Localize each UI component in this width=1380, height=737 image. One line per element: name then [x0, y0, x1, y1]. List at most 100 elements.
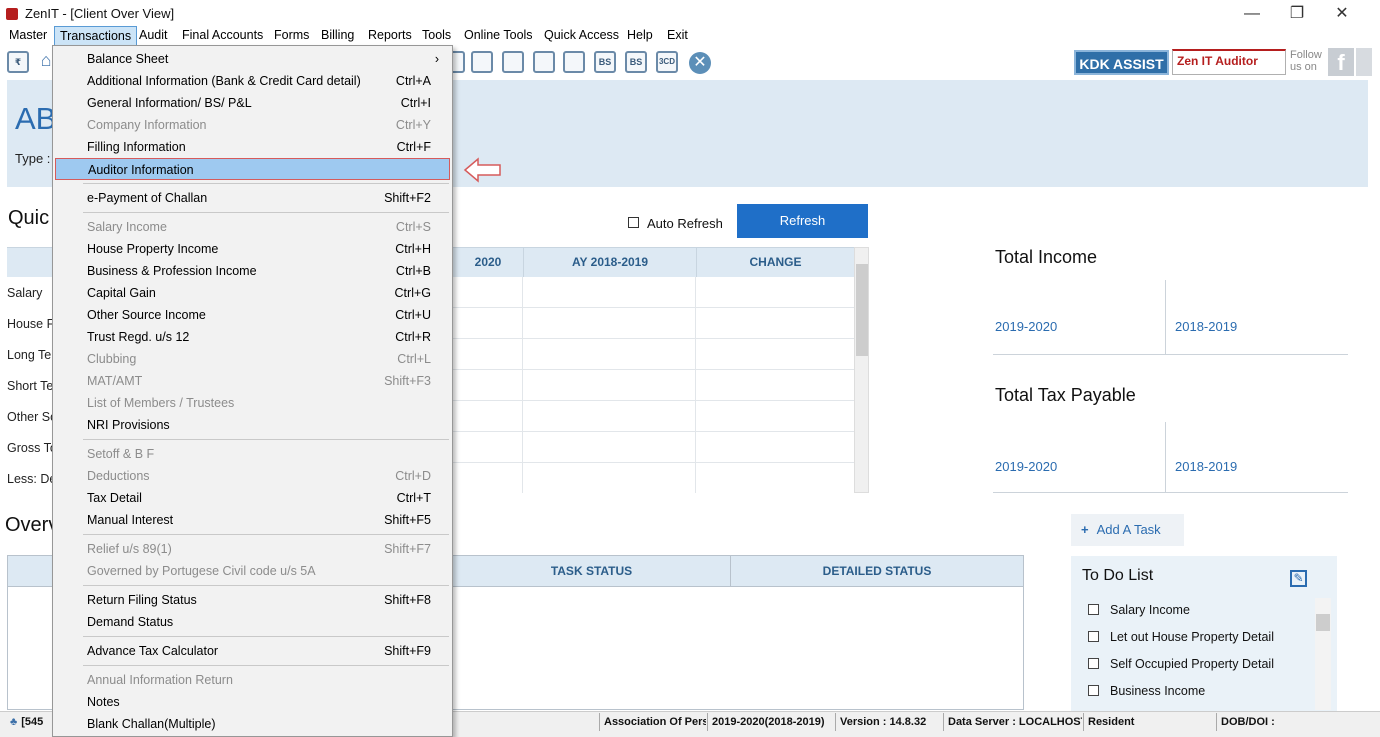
- menu-item-label: House Property Income: [87, 242, 219, 256]
- menu-item-filling-information[interactable]: Filling Information Ctrl+F: [54, 136, 451, 158]
- 3cd-icon[interactable]: 3CD: [656, 51, 678, 73]
- bs-sch-icon[interactable]: BS: [625, 51, 647, 73]
- menu-item-governed-by-portugese-civil-code-u-s-5a[interactable]: Governed by Portugese Civil code u/s 5A: [54, 560, 451, 582]
- menu-item-label: NRI Provisions: [87, 418, 170, 432]
- todo-scroll-thumb[interactable]: [1316, 614, 1330, 631]
- menu-item-advance-tax-calculator[interactable]: Advance Tax Calculator Shift+F9: [54, 640, 451, 662]
- grid-scroll-thumb[interactable]: [856, 264, 868, 356]
- menu-item-label: Auditor Information: [88, 163, 194, 177]
- menu-item-capital-gain[interactable]: Capital Gain Ctrl+G: [54, 282, 451, 304]
- menu-item-manual-interest[interactable]: Manual Interest Shift+F5: [54, 509, 451, 531]
- menu-item-list-of-members-trustees[interactable]: List of Members / Trustees: [54, 392, 451, 414]
- grid-row-line: [453, 431, 854, 432]
- menu-item-label: Return Filing Status: [87, 593, 197, 607]
- menu-item-label: Annual Information Return: [87, 673, 233, 687]
- refresh-button[interactable]: Refresh: [737, 204, 868, 238]
- menu-tools[interactable]: Tools: [417, 26, 456, 46]
- menu-item-annual-information-return[interactable]: Annual Information Return: [54, 669, 451, 691]
- menu-final-accounts[interactable]: Final Accounts: [177, 26, 268, 46]
- col-task-status: TASK STATUS: [550, 564, 633, 578]
- menu-item-label: Company Information: [87, 118, 207, 132]
- minimize-button[interactable]: —: [1232, 3, 1272, 25]
- menu-exit[interactable]: Exit: [662, 26, 693, 46]
- menu-item-label: Setoff & B F: [87, 447, 155, 461]
- menu-reports[interactable]: Reports: [363, 26, 417, 46]
- menu-item-salary-income[interactable]: Salary Income Ctrl+S: [54, 216, 451, 238]
- edit-icon[interactable]: ✎: [1290, 570, 1307, 587]
- grid-row-line: [453, 400, 854, 401]
- menu-item-return-filing-status[interactable]: Return Filing Status Shift+F8: [54, 589, 451, 611]
- menu-item-balance-sheet[interactable]: Balance Sheet ›: [54, 48, 451, 70]
- menu-item-house-property-income[interactable]: House Property Income Ctrl+H: [54, 238, 451, 260]
- pointer-arrow-icon: [463, 157, 501, 183]
- grid-divider: [695, 277, 696, 493]
- menu-item-demand-status[interactable]: Demand Status: [54, 611, 451, 633]
- arrow-shape: [463, 157, 501, 183]
- menu-master[interactable]: Master: [4, 26, 52, 46]
- menu-item-trust-regd-u-s-12[interactable]: Trust Regd. u/s 12 Ctrl+R: [54, 326, 451, 348]
- menu-item-general-information-bs-p-l[interactable]: General Information/ BS/ P&L Ctrl+I: [54, 92, 451, 114]
- menu-item-clubbing[interactable]: Clubbing Ctrl+L: [54, 348, 451, 370]
- menu-item-notes[interactable]: Notes: [54, 691, 451, 713]
- todo-item: Salary Income: [1110, 603, 1190, 617]
- user-doc-icon[interactable]: [471, 51, 493, 73]
- todo-item: Let out House Property Detail: [1110, 630, 1274, 644]
- todo-checkbox[interactable]: [1088, 685, 1099, 696]
- menu-item-label: Relief u/s 89(1): [87, 542, 172, 556]
- add-task-button[interactable]: + Add A Task: [1071, 514, 1184, 546]
- close-button[interactable]: ✕: [1322, 3, 1362, 25]
- menu-item-mat-amt[interactable]: MAT/AMT Shift+F3: [54, 370, 451, 392]
- menu-item-other-source-income[interactable]: Other Source Income Ctrl+U: [54, 304, 451, 326]
- menu-audit[interactable]: Audit: [134, 26, 173, 46]
- menu-help[interactable]: Help: [622, 26, 658, 46]
- menu-item-auditor-information[interactable]: Auditor Information: [55, 158, 450, 180]
- menu-item-nri-provisions[interactable]: NRI Provisions: [54, 414, 451, 436]
- facebook-icon[interactable]: f: [1328, 48, 1354, 76]
- zen-it-auditor-link[interactable]: Zen IT Auditor: [1172, 49, 1286, 75]
- menu-item-shortcut: Shift+F5: [384, 513, 431, 527]
- twitter-icon[interactable]: [1356, 48, 1372, 76]
- menu-forms[interactable]: Forms: [269, 26, 314, 46]
- tax-year-previous: 2018-2019: [1175, 459, 1238, 474]
- add-doc-icon[interactable]: [533, 51, 555, 73]
- grid-row-line: [453, 369, 854, 370]
- menu-item-business-profession-income[interactable]: Business & Profession Income Ctrl+B: [54, 260, 451, 282]
- status-server: Data Server : LOCALHOST: [943, 713, 1082, 731]
- menu-item-relief-u-s-89-1[interactable]: Relief u/s 89(1) Shift+F7: [54, 538, 451, 560]
- menu-item-shortcut: Ctrl+I: [400, 96, 431, 110]
- menu-item-deductions[interactable]: Deductions Ctrl+D: [54, 465, 451, 487]
- menu-item-blank-challan-multiple[interactable]: Blank Challan(Multiple): [54, 713, 451, 735]
- refresh-doc-icon[interactable]: [563, 51, 585, 73]
- menu-billing[interactable]: Billing: [316, 26, 359, 46]
- row-label-long-term: Long Te: [7, 348, 52, 362]
- row-label-salary: Salary: [7, 286, 43, 300]
- grid-col-ay-2018: AY 2018-2019: [523, 247, 696, 277]
- bs-icon[interactable]: BS: [594, 51, 616, 73]
- transactions-dropdown: Balance Sheet › Additional Information (Ba…: [52, 45, 453, 737]
- grid-row-line: [453, 307, 854, 308]
- maximize-button[interactable]: ❐: [1277, 3, 1317, 25]
- auto-refresh-checkbox[interactable]: [628, 217, 639, 228]
- menu-item-tax-detail[interactable]: Tax Detail Ctrl+T: [54, 487, 451, 509]
- menu-item-label: Manual Interest: [87, 513, 174, 527]
- todo-checkbox[interactable]: [1088, 658, 1099, 669]
- todo-checkbox[interactable]: [1088, 604, 1099, 615]
- kdk-assist-button[interactable]: KDK ASSIST: [1074, 50, 1169, 75]
- grid-row-line: [453, 338, 854, 339]
- row-label-less-deductions: Less: De: [7, 472, 57, 486]
- menu-item-additional-information-bank-credit-card-detail[interactable]: Additional Information (Bank & Credit Ca…: [54, 70, 451, 92]
- window-title: ZenIT - [Client Over View]: [25, 6, 175, 21]
- menu-item-setoff-b-f[interactable]: Setoff & B F: [54, 443, 451, 465]
- menu-quick-access[interactable]: Quick Access: [539, 26, 624, 46]
- rupee-book-icon[interactable]: ₹: [7, 51, 29, 73]
- calendar-icon[interactable]: [502, 51, 524, 73]
- income-year-current: 2019-2020: [995, 319, 1058, 334]
- todo-checkbox[interactable]: [1088, 631, 1099, 642]
- todo-title: To Do List: [1082, 567, 1154, 584]
- menu-item-e-payment-of-challan[interactable]: e-Payment of Challan Shift+F2: [54, 187, 451, 209]
- menu-transactions[interactable]: Transactions: [54, 26, 138, 46]
- close-circle-icon[interactable]: ✕: [689, 52, 711, 74]
- menu-item-company-information[interactable]: Company Information Ctrl+Y: [54, 114, 451, 136]
- menu-online-tools[interactable]: Online Tools: [459, 26, 538, 46]
- menu-item-label: Trust Regd. u/s 12: [87, 330, 190, 344]
